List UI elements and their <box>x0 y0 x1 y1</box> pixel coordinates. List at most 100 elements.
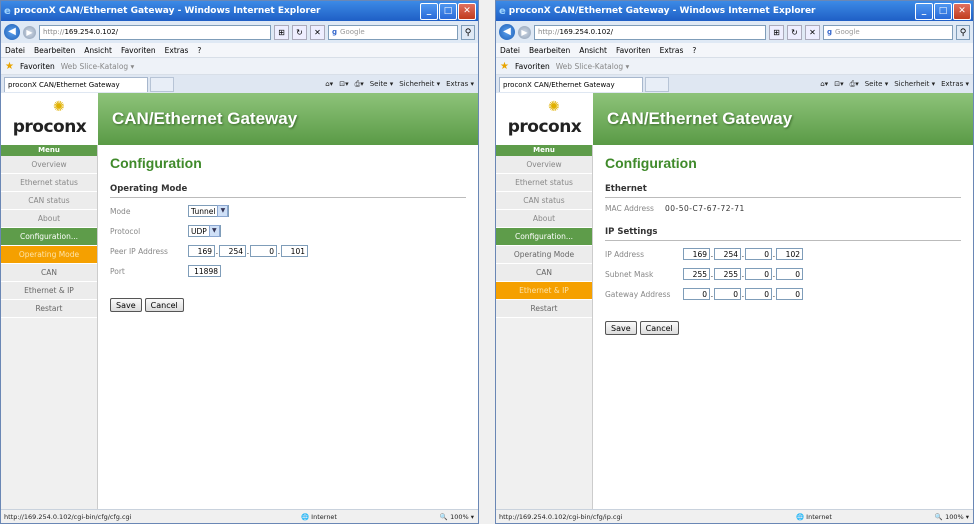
peer-ip-octet-2[interactable]: 254 <box>219 245 246 257</box>
menu-help[interactable]: ? <box>692 46 696 55</box>
new-tab-button[interactable] <box>645 77 669 92</box>
favorites-button[interactable]: Favoriten <box>20 62 55 71</box>
minimize-button[interactable]: _ <box>915 3 933 20</box>
page-menu[interactable]: Seite ▾ <box>865 80 889 89</box>
refresh-icon[interactable]: ↻ <box>787 24 802 40</box>
back-button[interactable]: ◀ <box>4 24 20 40</box>
search-icon[interactable]: ⚲ <box>956 24 970 40</box>
peer-ip-octet-1[interactable]: 169 <box>188 245 215 257</box>
sidebar-item-ethernet-ip[interactable]: Ethernet & IP <box>1 282 97 300</box>
ip-octet-1[interactable]: 169 <box>683 248 710 260</box>
refresh-icon[interactable]: ↻ <box>292 24 307 40</box>
sidebar-item-configuration[interactable]: Configuration... <box>496 228 592 246</box>
peer-ip-octet-3[interactable]: 0 <box>250 245 277 257</box>
ie-icon: e <box>4 5 11 17</box>
feeds-icon[interactable]: ⊡▾ <box>339 80 348 89</box>
search-input[interactable]: g Google <box>823 24 953 40</box>
sidebar-item-can[interactable]: CAN <box>496 264 592 282</box>
sidebar-item-can-status[interactable]: CAN status <box>1 192 97 210</box>
mask-octet-1[interactable]: 255 <box>683 268 710 280</box>
cancel-button[interactable]: Cancel <box>639 321 679 335</box>
protocol-select[interactable]: UDP ▼ <box>188 225 221 237</box>
maximize-button[interactable]: □ <box>439 3 457 20</box>
address-bar[interactable]: http://169.254.0.102/ <box>39 24 271 40</box>
menu-bearbeiten[interactable]: Bearbeiten <box>529 46 570 55</box>
sidebar-item-about[interactable]: About <box>1 210 97 228</box>
compatibility-icon[interactable]: ⊞ <box>274 24 289 40</box>
mask-octet-3[interactable]: 0 <box>745 268 772 280</box>
sidebar-item-operating-mode[interactable]: Operating Mode <box>1 246 97 264</box>
search-input[interactable]: g Google <box>328 24 458 40</box>
mask-octet-2[interactable]: 255 <box>714 268 741 280</box>
stop-icon[interactable]: ✕ <box>310 24 325 40</box>
peer-ip-octet-4[interactable]: 101 <box>281 245 308 257</box>
safety-menu[interactable]: Sicherheit ▾ <box>399 80 440 89</box>
gateway-octet-3[interactable]: 0 <box>745 288 772 300</box>
sidebar-item-restart[interactable]: Restart <box>496 300 592 318</box>
safety-menu[interactable]: Sicherheit ▾ <box>894 80 935 89</box>
compatibility-icon[interactable]: ⊞ <box>769 24 784 40</box>
close-button[interactable]: ✕ <box>458 3 476 20</box>
gateway-octet-4[interactable]: 0 <box>776 288 803 300</box>
new-tab-button[interactable] <box>150 77 174 92</box>
sidebar-item-overview[interactable]: Overview <box>1 156 97 174</box>
page-menu[interactable]: Seite ▾ <box>370 80 394 89</box>
sidebar-item-can-status[interactable]: CAN status <box>496 192 592 210</box>
menu-extras[interactable]: Extras <box>165 46 189 55</box>
menu-ansicht[interactable]: Ansicht <box>579 46 607 55</box>
web-slice-link[interactable]: Web Slice-Katalog ▾ <box>556 62 630 71</box>
tab-proconx[interactable]: proconX CAN/Ethernet Gateway <box>499 77 643 92</box>
print-icon[interactable]: ⎙▾ <box>355 80 364 89</box>
sidebar-item-restart[interactable]: Restart <box>1 300 97 318</box>
tools-menu[interactable]: Extras ▾ <box>941 80 969 89</box>
sidebar-item-about[interactable]: About <box>496 210 592 228</box>
sidebar-item-configuration[interactable]: Configuration... <box>1 228 97 246</box>
gateway-octet-2[interactable]: 0 <box>714 288 741 300</box>
ip-octet-3[interactable]: 0 <box>745 248 772 260</box>
forward-button[interactable]: ▶ <box>23 25 36 39</box>
menu-favoriten[interactable]: Favoriten <box>616 46 651 55</box>
print-icon[interactable]: ⎙▾ <box>850 80 859 89</box>
save-button[interactable]: Save <box>605 321 637 335</box>
tab-proconx[interactable]: proconX CAN/Ethernet Gateway <box>4 77 148 92</box>
close-button[interactable]: ✕ <box>953 3 971 20</box>
menu-ansicht[interactable]: Ansicht <box>84 46 112 55</box>
web-slice-link[interactable]: Web Slice-Katalog ▾ <box>61 62 135 71</box>
mask-octet-4[interactable]: 0 <box>776 268 803 280</box>
menu-datei[interactable]: Datei <box>5 46 25 55</box>
home-icon[interactable]: ⌂▾ <box>820 80 828 89</box>
sidebar-item-can[interactable]: CAN <box>1 264 97 282</box>
forward-button[interactable]: ▶ <box>518 25 531 39</box>
sidebar-item-ethernet-ip[interactable]: Ethernet & IP <box>496 282 592 300</box>
favorites-button[interactable]: Favoriten <box>515 62 550 71</box>
sidebar-item-overview[interactable]: Overview <box>496 156 592 174</box>
ip-octet-2[interactable]: 254 <box>714 248 741 260</box>
cancel-button[interactable]: Cancel <box>144 298 184 312</box>
menu-help[interactable]: ? <box>197 46 201 55</box>
favorites-star-icon[interactable]: ★ <box>500 61 509 72</box>
mode-select[interactable]: Tunnel ▼ <box>188 205 230 217</box>
stop-icon[interactable]: ✕ <box>805 24 820 40</box>
search-icon[interactable]: ⚲ <box>461 24 475 40</box>
address-bar[interactable]: http://169.254.0.102/ <box>534 24 766 40</box>
menu-extras[interactable]: Extras <box>660 46 684 55</box>
save-button[interactable]: Save <box>110 298 142 312</box>
sidebar-item-ethernet-status[interactable]: Ethernet status <box>496 174 592 192</box>
feeds-icon[interactable]: ⊡▾ <box>834 80 843 89</box>
sidebar-item-operating-mode[interactable]: Operating Mode <box>496 246 592 264</box>
ip-octet-4[interactable]: 102 <box>776 248 803 260</box>
back-button[interactable]: ◀ <box>499 24 515 40</box>
menu-datei[interactable]: Datei <box>500 46 520 55</box>
gateway-octet-1[interactable]: 0 <box>683 288 710 300</box>
sidebar-item-ethernet-status[interactable]: Ethernet status <box>1 174 97 192</box>
menu-bearbeiten[interactable]: Bearbeiten <box>34 46 75 55</box>
menu-favoriten[interactable]: Favoriten <box>121 46 156 55</box>
zoom-level[interactable]: 🔍 100% ▾ <box>440 513 474 521</box>
zoom-level[interactable]: 🔍 100% ▾ <box>935 513 969 521</box>
maximize-button[interactable]: □ <box>934 3 952 20</box>
minimize-button[interactable]: _ <box>420 3 438 20</box>
favorites-star-icon[interactable]: ★ <box>5 61 14 72</box>
port-input[interactable]: 11898 <box>188 265 221 277</box>
tools-menu[interactable]: Extras ▾ <box>446 80 474 89</box>
home-icon[interactable]: ⌂▾ <box>325 80 333 89</box>
